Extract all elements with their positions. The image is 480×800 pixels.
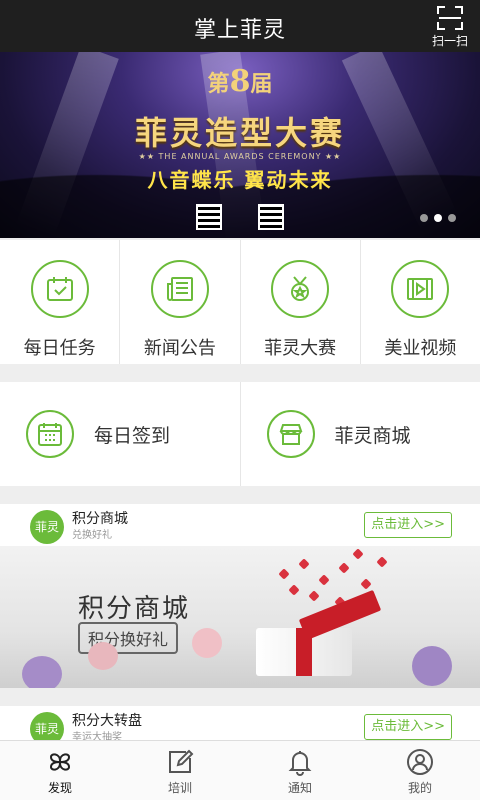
points-mall-card-header: 菲灵 积分商城 兑换好礼 点击进入>> xyxy=(0,504,480,546)
menu-label: 每日任务 xyxy=(23,338,96,359)
user-circle-icon xyxy=(360,747,480,777)
gift-box-image xyxy=(256,628,352,676)
menu-feiling-mall[interactable]: 菲灵商城 xyxy=(241,382,480,486)
nav-label: 通知 xyxy=(287,781,312,795)
clover-icon xyxy=(0,747,120,777)
quick-menu: 每日任务 新闻公告 菲灵大赛 美业视频 xyxy=(0,240,480,364)
nav-label: 培训 xyxy=(167,781,192,795)
qr-code-image xyxy=(258,204,284,230)
balloon-image xyxy=(88,642,118,670)
nav-label: 我的 xyxy=(407,781,432,795)
brand-badge: 菲灵 xyxy=(30,510,64,544)
menu-label: 菲灵大赛 xyxy=(264,338,337,359)
video-icon xyxy=(391,260,450,318)
calendar-grid-icon xyxy=(26,410,74,458)
menu-news[interactable]: 新闻公告 xyxy=(120,240,241,364)
page-title: 掌上菲灵 xyxy=(193,18,286,43)
medal-icon xyxy=(271,260,330,318)
nav-me[interactable]: 我的 xyxy=(360,741,480,800)
points-mall-image[interactable]: 积分商城 积分换好礼 xyxy=(0,546,480,688)
carousel-dot[interactable] xyxy=(448,214,456,222)
newspaper-icon xyxy=(150,260,209,318)
balloon-image xyxy=(192,628,222,658)
carousel-dot-active[interactable] xyxy=(434,214,442,222)
banner-edition: 第8届 xyxy=(207,64,273,99)
scan-label: 扫一扫 xyxy=(431,34,468,48)
balloon-image xyxy=(22,656,62,688)
feature-menu: 每日签到 菲灵商城 xyxy=(0,382,480,486)
menu-label: 每日签到 xyxy=(94,424,171,447)
menu-label: 美业视频 xyxy=(384,338,457,359)
enter-points-mall-button[interactable]: 点击进入>> xyxy=(364,512,452,538)
menu-daily-tasks[interactable]: 每日任务 xyxy=(0,240,121,364)
scan-icon xyxy=(437,6,463,30)
app-header: 掌上菲灵 扫一扫 xyxy=(0,0,480,52)
calendar-check-icon xyxy=(30,260,89,318)
nav-label: 发现 xyxy=(47,781,72,795)
card-title: 积分大转盘 xyxy=(72,713,142,729)
nav-discover[interactable]: 发现 xyxy=(0,741,120,800)
banner-slogan: 八音蝶乐 翼动未来 xyxy=(147,168,333,192)
nav-notifications[interactable]: 通知 xyxy=(240,741,360,800)
bell-icon xyxy=(240,747,360,777)
banner-contest-name: 菲灵造型大赛 xyxy=(134,114,345,152)
menu-daily-checkin[interactable]: 每日签到 xyxy=(0,382,241,486)
nav-training[interactable]: 培训 xyxy=(120,741,240,800)
menu-label: 菲灵商城 xyxy=(334,424,411,447)
menu-label: 新闻公告 xyxy=(143,338,216,359)
menu-contest[interactable]: 菲灵大赛 xyxy=(241,240,361,364)
enter-lucky-wheel-button[interactable]: 点击进入>> xyxy=(364,714,452,740)
lucky-wheel-card-header: 菲灵 积分大转盘 幸运大抽奖 点击进入>> xyxy=(0,706,480,742)
edit-icon xyxy=(120,747,240,777)
banner-ceremony-text: ★★ THE ANNUAL AWARDS CEREMONY ★★ xyxy=(138,152,342,161)
balloon-image xyxy=(412,646,452,686)
promo-banner[interactable]: 第8届 菲灵造型大赛 ★★ THE ANNUAL AWARDS CEREMONY… xyxy=(0,52,480,238)
card-subtitle: 兑换好礼 xyxy=(72,530,112,541)
bottom-nav: 发现 培训 通知 我的 xyxy=(0,740,480,800)
carousel-dot[interactable] xyxy=(420,214,428,222)
brand-badge: 菲灵 xyxy=(30,712,64,742)
qr-code-image xyxy=(196,204,222,230)
carousel-indicator xyxy=(414,207,456,226)
store-icon xyxy=(266,410,315,458)
scan-button[interactable]: 扫一扫 xyxy=(430,6,470,48)
image-title: 积分商城 xyxy=(78,594,191,624)
menu-beauty-video[interactable]: 美业视频 xyxy=(361,240,480,364)
card-title: 积分商城 xyxy=(72,511,128,527)
